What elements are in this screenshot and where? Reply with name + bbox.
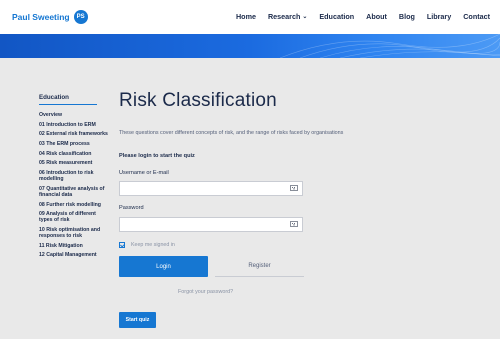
sidebar-item-05[interactable]: 05 Risk measurement bbox=[39, 160, 109, 166]
sidebar-item-12[interactable]: 12 Capital Management bbox=[39, 252, 109, 258]
quiz-description: These questions cover different concepts… bbox=[119, 130, 344, 136]
sidebar-item-10[interactable]: 10 Risk optimisation and responses to ri… bbox=[39, 227, 109, 239]
username-label: Username or E-mail bbox=[119, 170, 169, 176]
logo-text[interactable]: Paul Sweeting bbox=[12, 12, 70, 22]
logo-mark-icon[interactable]: PS bbox=[73, 10, 88, 24]
education-sidebar: Education Overview 01 Introduction to ER… bbox=[39, 94, 109, 262]
sidebar-item-04[interactable]: 04 Risk classification bbox=[39, 151, 109, 157]
hero-banner bbox=[0, 34, 500, 58]
start-quiz-button[interactable]: Start quiz bbox=[119, 312, 156, 328]
password-input[interactable] bbox=[119, 217, 303, 232]
register-button[interactable]: Register bbox=[215, 256, 304, 277]
nav-blog[interactable]: Blog bbox=[399, 12, 415, 21]
keep-signed-in-label[interactable]: Keep me signed in bbox=[131, 242, 175, 248]
keep-signed-in[interactable]: Keep me signed in bbox=[119, 242, 175, 248]
sidebar-item-07[interactable]: 07 Quantitative analysis of financial da… bbox=[39, 186, 109, 198]
nav-research[interactable]: Research ⌄ bbox=[268, 12, 307, 21]
page-title: Risk Classification bbox=[119, 90, 277, 111]
banner-wave-pattern bbox=[279, 34, 500, 58]
nav-library[interactable]: Library bbox=[427, 12, 451, 21]
chevron-down-icon[interactable]: ⌄ bbox=[302, 13, 307, 20]
password-manager-icon[interactable] bbox=[290, 221, 298, 228]
site-header: Paul Sweeting PS Home Research ⌄ Educati… bbox=[0, 0, 500, 34]
sidebar-item-11[interactable]: 11 Risk Mitigation bbox=[39, 243, 109, 249]
nav-home[interactable]: Home bbox=[236, 12, 256, 21]
password-manager-icon[interactable] bbox=[290, 185, 298, 192]
login-heading: Please login to start the quiz bbox=[119, 153, 195, 159]
nav-contact[interactable]: Contact bbox=[463, 12, 490, 21]
nav-education[interactable]: Education bbox=[319, 12, 354, 21]
sidebar-item-overview[interactable]: Overview bbox=[39, 112, 109, 118]
quiz-main: Risk Classification These questions cove… bbox=[119, 90, 389, 328]
sidebar-list: Overview 01 Introduction to ERM 02 Exter… bbox=[39, 112, 109, 258]
sidebar-item-01[interactable]: 01 Introduction to ERM bbox=[39, 122, 109, 128]
sidebar-title[interactable]: Education bbox=[39, 94, 97, 105]
forgot-password-link[interactable]: Forgot your password? bbox=[178, 289, 233, 295]
nav-about[interactable]: About bbox=[366, 12, 387, 21]
keep-signed-in-checkbox[interactable] bbox=[119, 242, 125, 248]
nav-research-label[interactable]: Research bbox=[268, 12, 300, 21]
password-label: Password bbox=[119, 205, 144, 211]
sidebar-item-09[interactable]: 09 Analysis of different types of risk bbox=[39, 211, 109, 223]
site-logo[interactable]: Paul Sweeting PS bbox=[12, 10, 88, 24]
main-nav: Home Research ⌄ Education About Blog Lib… bbox=[236, 12, 490, 21]
login-button[interactable]: Login bbox=[119, 256, 208, 277]
username-input[interactable] bbox=[119, 181, 303, 196]
sidebar-item-08[interactable]: 08 Further risk modelling bbox=[39, 202, 109, 208]
sidebar-item-03[interactable]: 03 The ERM process bbox=[39, 141, 109, 147]
sidebar-item-06[interactable]: 06 Introduction to risk modelling bbox=[39, 170, 109, 182]
sidebar-item-02[interactable]: 02 External risk frameworks bbox=[39, 131, 109, 137]
